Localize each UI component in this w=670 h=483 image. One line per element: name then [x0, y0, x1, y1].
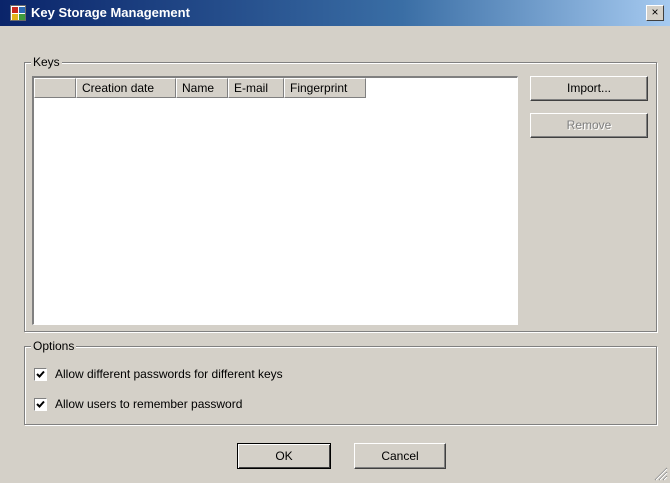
options-group-label: Options [31, 339, 77, 353]
checkmark-icon [36, 370, 45, 378]
title-bar[interactable]: Key Storage Management × [0, 0, 670, 26]
checkbox-remember-password[interactable]: Allow users to remember password [34, 396, 242, 412]
column-header-creation-date[interactable]: Creation date [76, 78, 176, 98]
keys-group-label: Keys [31, 55, 62, 69]
import-button[interactable]: Import... [530, 76, 648, 101]
remove-button[interactable]: Remove [530, 113, 648, 138]
checkbox-box[interactable] [34, 397, 47, 411]
checkbox-label: Allow different passwords for different … [55, 367, 283, 381]
ok-button[interactable]: OK [237, 443, 331, 469]
cancel-button[interactable]: Cancel [354, 443, 446, 469]
column-header-email[interactable]: E-mail [228, 78, 284, 98]
column-header-blank[interactable] [34, 78, 76, 98]
checkbox-different-passwords[interactable]: Allow different passwords for different … [34, 366, 283, 382]
keys-list-header: Creation date Name E-mail Fingerprint [34, 78, 366, 98]
column-header-name[interactable]: Name [176, 78, 228, 98]
options-groupbox: Options [24, 339, 657, 425]
keys-list[interactable]: Creation date Name E-mail Fingerprint [32, 76, 518, 325]
checkbox-box[interactable] [34, 367, 47, 381]
close-button[interactable]: × [646, 5, 664, 21]
column-header-fingerprint[interactable]: Fingerprint [284, 78, 366, 98]
window-title: Key Storage Management [31, 5, 190, 20]
checkbox-label: Allow users to remember password [55, 397, 243, 411]
checkmark-icon [36, 400, 45, 408]
app-icon [10, 5, 26, 21]
resize-grip-icon[interactable] [654, 467, 668, 481]
